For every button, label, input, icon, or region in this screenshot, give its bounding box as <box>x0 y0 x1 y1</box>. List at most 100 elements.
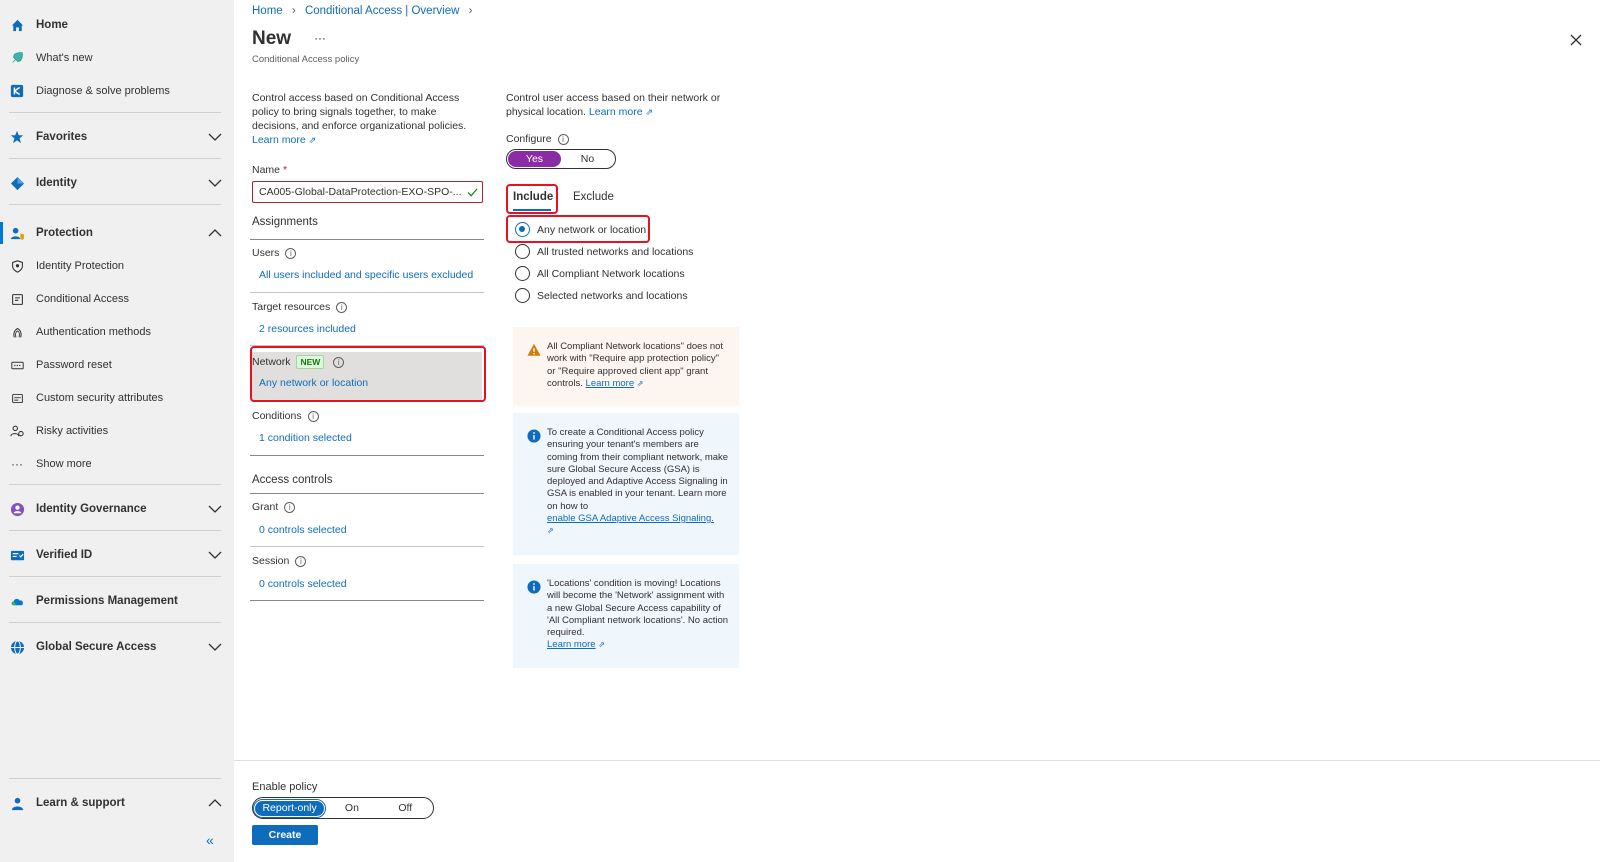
chevron-up-icon[interactable] <box>208 796 222 810</box>
learn-more-link[interactable]: Learn more <box>252 134 306 146</box>
close-icon[interactable] <box>1570 34 1582 46</box>
on-option[interactable]: On <box>325 800 378 816</box>
breadcrumb-separator-icon: › <box>468 5 473 17</box>
nav-identity-governance[interactable]: Identity Governance <box>0 494 234 524</box>
nav-learn-support[interactable]: Learn & support <box>0 788 234 818</box>
external-link-icon[interactable]: ⇗ <box>309 135 317 145</box>
info-callout-locations: 'Locations' condition is moving! Locatio… <box>513 564 739 668</box>
configure-yes-option[interactable]: Yes <box>508 151 561 167</box>
enable-policy-toggle[interactable]: Report-only On Off <box>252 797 434 819</box>
info-icon[interactable]: i <box>557 133 569 145</box>
external-link-icon[interactable]: ⇗ <box>547 526 554 535</box>
conditions-link[interactable]: 1 condition selected <box>259 432 352 444</box>
nav-verified-id[interactable]: Verified ID <box>0 540 234 570</box>
report-only-option[interactable]: Report-only <box>252 798 327 818</box>
policy-name-input[interactable]: CA005-Global-DataProtection-EXO-SPO-... <box>252 181 483 203</box>
network-intro: Control user access based on their netwo… <box>506 91 742 119</box>
nav-protection[interactable]: Protection <box>0 218 234 248</box>
main-panel: Home › Conditional Access | Overview › N… <box>234 0 1600 862</box>
breadcrumb: Home › Conditional Access | Overview › <box>252 5 478 17</box>
nav-risky-activities-label: Risky activities <box>36 425 109 437</box>
info-filled-icon <box>527 580 541 594</box>
nav-global-secure-access[interactable]: Global Secure Access <box>0 632 234 662</box>
risky-users-icon <box>9 423 25 439</box>
learn-more-link[interactable]: Learn more <box>547 639 596 650</box>
target-resources-link[interactable]: 2 resources included <box>259 323 356 335</box>
footer-divider <box>234 760 1600 761</box>
info-callout-gsa: To create a Conditional Access policy en… <box>513 413 739 555</box>
nav-show-more[interactable]: ··· Show more <box>0 449 234 479</box>
divider <box>250 600 484 601</box>
nav-authentication-methods-label: Authentication methods <box>36 326 151 338</box>
nav-password-reset[interactable]: Password reset <box>0 350 234 380</box>
nav-diagnose[interactable]: Diagnose & solve problems <box>0 76 234 106</box>
enable-gsa-signaling-link[interactable]: enable GSA Adaptive Access Signaling. <box>547 513 714 524</box>
chevron-up-icon[interactable] <box>208 226 222 240</box>
info-icon[interactable]: i <box>285 247 297 259</box>
external-link-icon[interactable]: ⇗ <box>646 107 654 117</box>
nav-whats-new[interactable]: What's new <box>0 43 234 73</box>
breadcrumb-home[interactable]: Home <box>252 5 283 17</box>
radio-selected-networks[interactable] <box>515 288 530 303</box>
nav-custom-security-attributes[interactable]: Custom security attributes <box>0 383 234 413</box>
chevron-down-icon[interactable] <box>208 502 222 516</box>
info-icon[interactable]: i <box>295 555 307 567</box>
info-locations-text: 'Locations' condition is moving! Locatio… <box>547 578 729 652</box>
nav-permissions-management[interactable]: Permissions Management <box>0 586 234 616</box>
nav-authentication-methods[interactable]: Authentication methods <box>0 317 234 347</box>
user-shield-icon <box>9 225 25 241</box>
session-label-text: Session <box>252 555 290 567</box>
policy-name-value: CA005-Global-DataProtection-EXO-SPO-... <box>259 186 462 198</box>
name-label: Name * <box>252 164 287 176</box>
divider <box>250 239 484 240</box>
globe-icon <box>9 639 25 655</box>
info-icon[interactable]: i <box>284 501 296 513</box>
chevron-down-icon[interactable] <box>208 548 222 562</box>
nav-identity[interactable]: Identity <box>0 168 234 198</box>
external-link-icon[interactable]: ⇗ <box>637 379 644 388</box>
users-selection-link[interactable]: All users included and specific users ex… <box>259 269 473 281</box>
configure-no-option[interactable]: No <box>561 151 614 167</box>
radio-trusted-networks[interactable] <box>515 244 530 259</box>
tab-exclude[interactable]: Exclude <box>573 191 614 203</box>
chevron-down-icon[interactable] <box>208 130 222 144</box>
diagnose-icon <box>9 83 25 99</box>
enable-policy-label: Enable policy <box>252 781 318 793</box>
more-dots-icon: ··· <box>11 457 23 471</box>
page-title: New <box>252 28 292 49</box>
grant-link[interactable]: 0 controls selected <box>259 524 347 536</box>
nav-risky-activities[interactable]: Risky activities <box>0 416 234 446</box>
breadcrumb-overview[interactable]: Conditional Access | Overview <box>305 5 459 17</box>
nav-learn-support-label: Learn & support <box>36 797 125 809</box>
person-support-icon <box>9 795 25 811</box>
create-button[interactable]: Create <box>252 825 318 845</box>
grant-label-text: Grant <box>252 501 279 513</box>
chevron-down-icon[interactable] <box>208 640 222 654</box>
nav-identity-protection[interactable]: Identity Protection <box>0 251 234 281</box>
nav-conditional-access[interactable]: Conditional Access <box>0 284 234 314</box>
checkmark-icon <box>467 188 478 197</box>
configure-toggle[interactable]: Yes No <box>506 149 616 169</box>
nav-password-reset-label: Password reset <box>36 359 112 371</box>
more-options-button[interactable]: ··· <box>314 31 326 45</box>
learn-more-link[interactable]: Learn more <box>586 378 635 389</box>
nav-identity-protection-label: Identity Protection <box>36 260 125 272</box>
chevron-down-icon[interactable] <box>208 176 222 190</box>
nav-favorites[interactable]: Favorites <box>0 122 234 152</box>
external-link-icon[interactable]: ⇗ <box>598 640 605 649</box>
nav-favorites-label: Favorites <box>36 131 88 143</box>
option-trusted-networks-label: All trusted networks and locations <box>537 246 694 258</box>
session-link[interactable]: 0 controls selected <box>259 578 347 590</box>
divider <box>9 158 221 159</box>
learn-more-link[interactable]: Learn more <box>589 106 643 118</box>
sidebar: Home What's new Diagnose & solve problem… <box>0 0 234 862</box>
nav-home[interactable]: Home <box>0 10 234 40</box>
radio-compliant-network[interactable] <box>515 266 530 281</box>
info-icon[interactable]: i <box>336 301 348 313</box>
policy-intro: Control access based on Conditional Acce… <box>252 91 480 147</box>
collapse-sidebar-icon[interactable]: « <box>206 832 214 848</box>
info-locations-body: 'Locations' condition is moving! Locatio… <box>547 578 729 639</box>
warning-text: All Compliant Network locations" does no… <box>547 341 729 390</box>
off-option[interactable]: Off <box>379 800 432 816</box>
info-icon[interactable]: i <box>307 410 319 422</box>
